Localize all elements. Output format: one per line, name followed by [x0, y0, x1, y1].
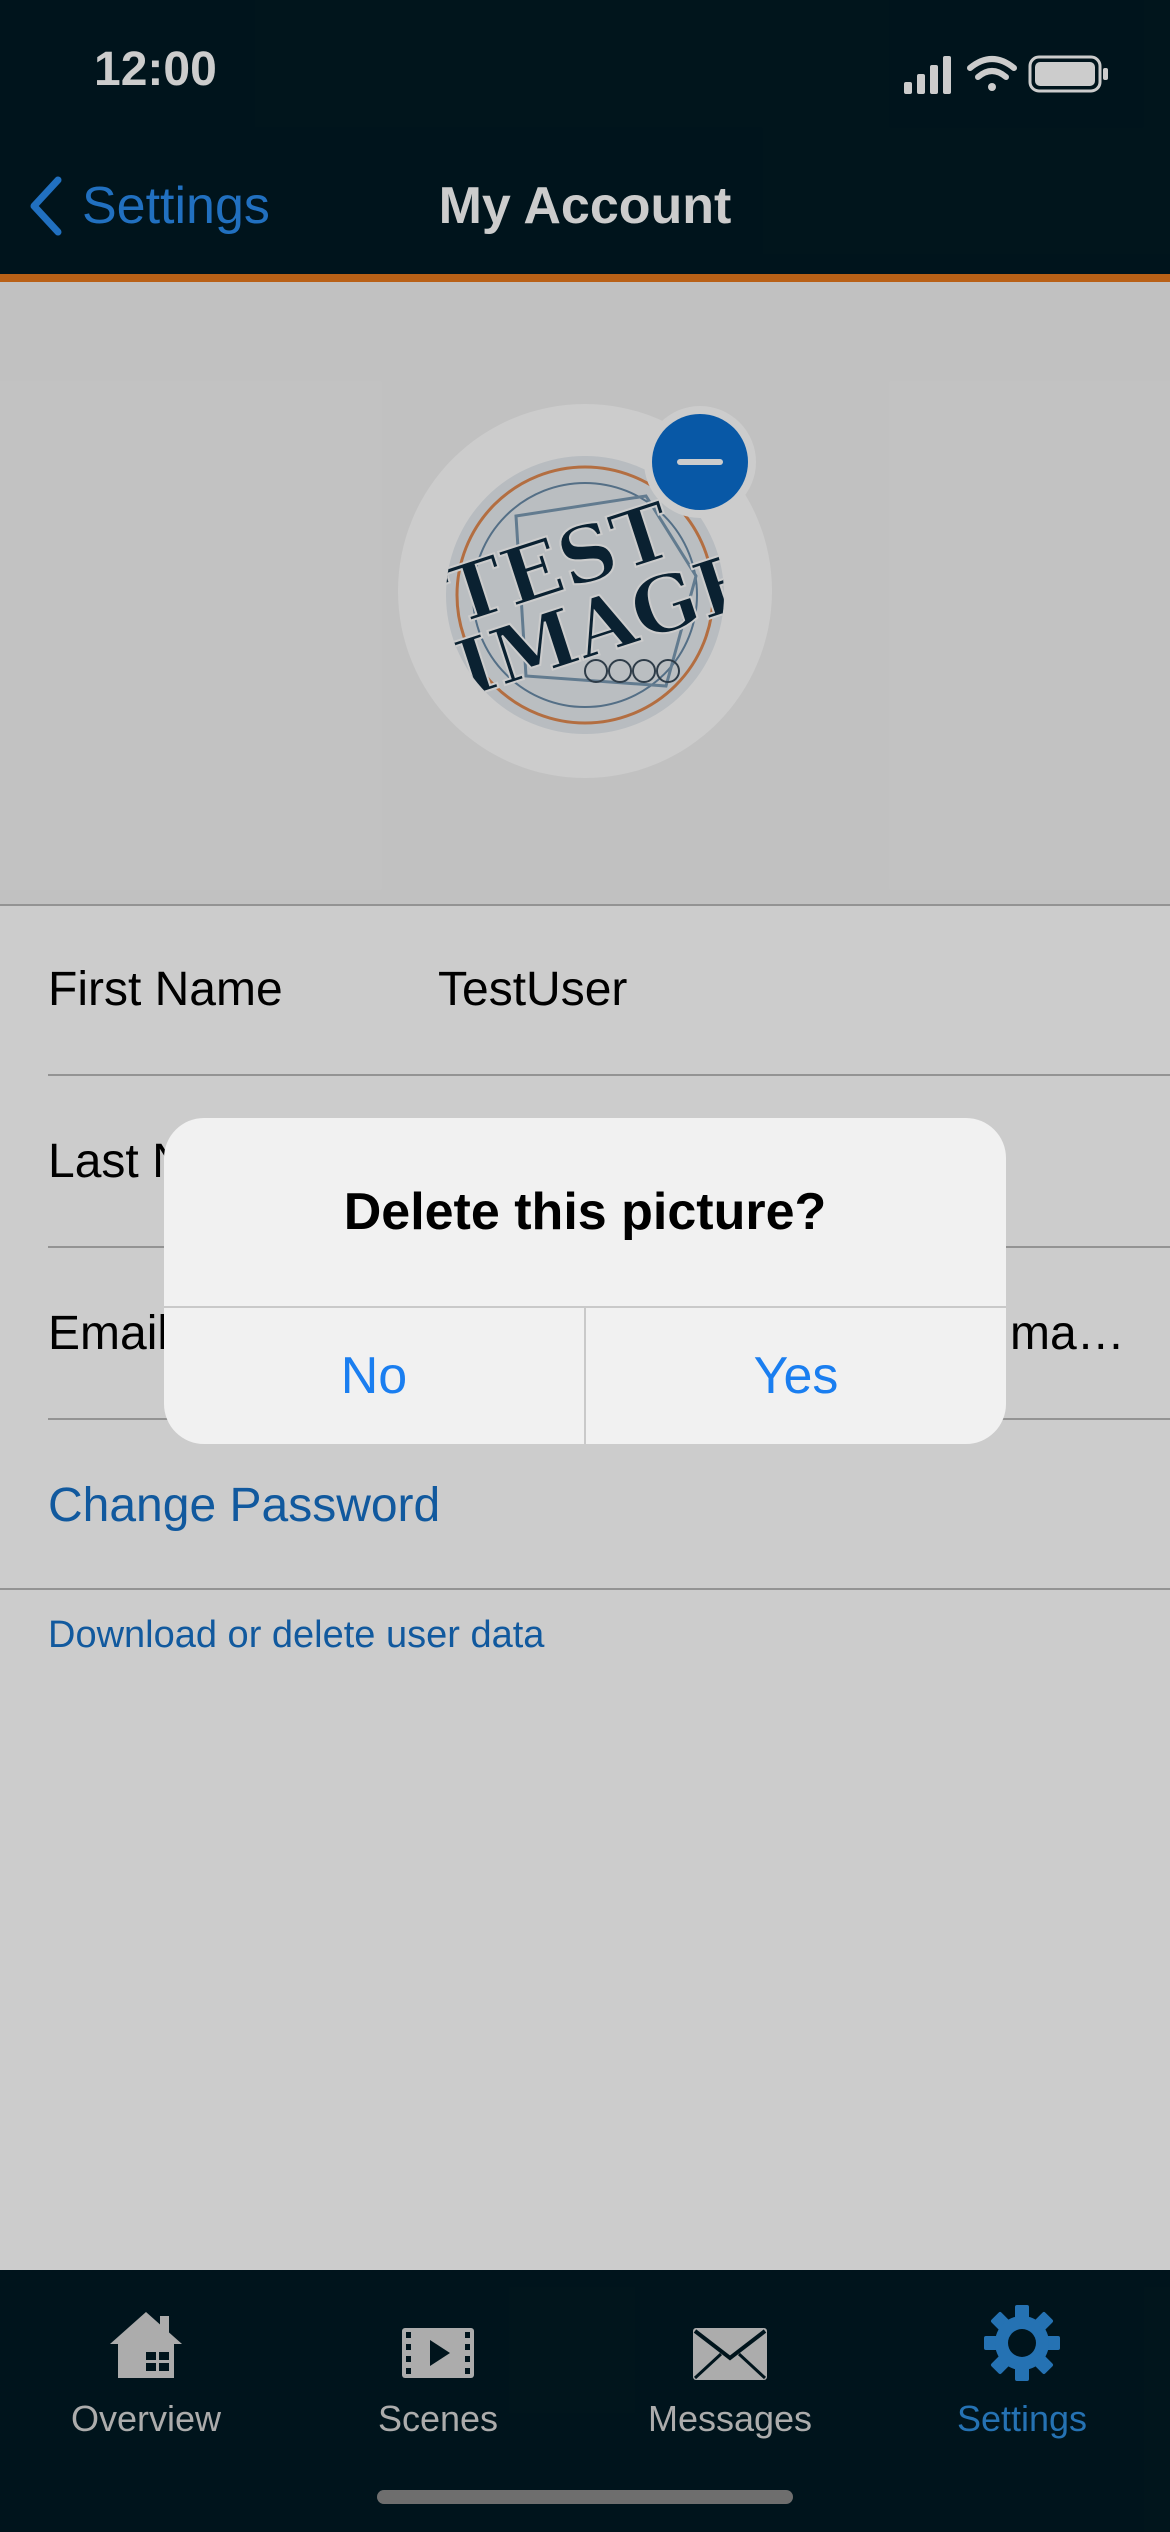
- yes-button[interactable]: Yes: [586, 1308, 1006, 1444]
- delete-picture-alert: Delete this picture? No Yes: [164, 1118, 1006, 1444]
- alert-title: Delete this picture?: [343, 1183, 827, 1241]
- no-button[interactable]: No: [164, 1308, 584, 1444]
